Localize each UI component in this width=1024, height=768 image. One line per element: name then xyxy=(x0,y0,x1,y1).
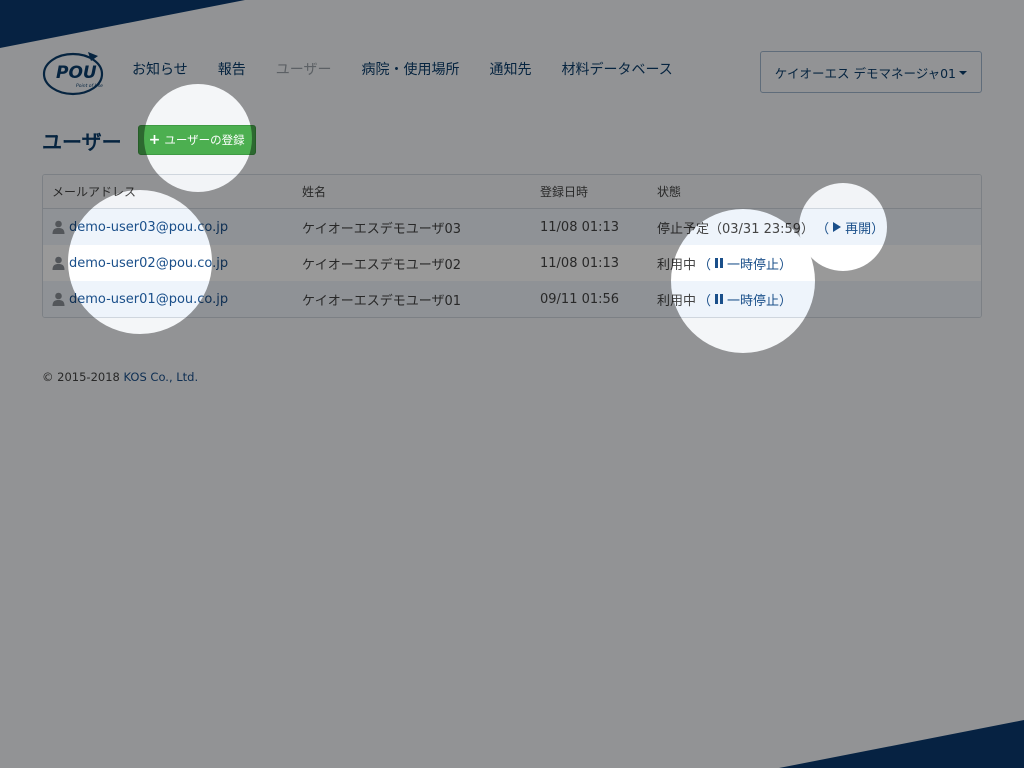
pause-icon xyxy=(715,294,724,304)
suspend-label: 一時停止 xyxy=(727,257,780,273)
nav-item-material-db[interactable]: 材料データベース xyxy=(561,60,672,80)
paren-close: ） xyxy=(779,257,793,273)
cell-registered: 11/08 01:13 xyxy=(540,219,620,235)
overlay-dim xyxy=(0,0,1024,768)
table-row: demo-user02@pou.co.jp ケイオーエスデモユーザ02 11/0… xyxy=(43,245,981,281)
table-row: demo-user01@pou.co.jp ケイオーエスデモユーザ01 09/1… xyxy=(43,281,981,317)
person-icon xyxy=(52,256,65,270)
person-icon xyxy=(52,292,65,306)
person-icon xyxy=(52,220,65,234)
pause-icon xyxy=(715,258,724,268)
cell-name: ケイオーエスデモユーザ03 xyxy=(302,221,462,237)
caret-down-icon xyxy=(959,71,967,75)
cell-registered: 09/11 01:56 xyxy=(540,291,620,307)
nav-item-hospitals[interactable]: 病院・使用場所 xyxy=(361,60,459,80)
pou-logo[interactable]: POU Point of Use xyxy=(42,48,106,96)
status-text: 停止予定（03/31 23:59） xyxy=(657,221,815,237)
nav-item-notify-targets[interactable]: 通知先 xyxy=(489,60,531,80)
pou-logo-icon: POU Point of Use xyxy=(42,52,103,96)
cell-status: 停止予定（03/31 23:59） （ 再開 ） xyxy=(657,218,981,237)
title-row: ユーザー + ユーザーの登録 xyxy=(42,124,256,156)
user-menu-dropdown[interactable]: ケイオーエス デモマネージャ01 xyxy=(759,51,982,93)
cell-name: ケイオーエスデモユーザ02 xyxy=(302,257,462,273)
user-email-link[interactable]: demo-user03@pou.co.jp xyxy=(69,220,228,235)
corner-decoration-bottom-right xyxy=(779,720,1024,768)
nav-item-notices[interactable]: お知らせ xyxy=(132,60,188,80)
suspend-link[interactable]: （ 一時停止 ） xyxy=(698,290,792,309)
page-title: ユーザー xyxy=(42,129,122,154)
corner-decoration-top-left xyxy=(0,0,245,48)
add-user-button-label: ユーザーの登録 xyxy=(164,133,245,147)
plus-icon: + xyxy=(148,132,161,148)
user-email-link[interactable]: demo-user02@pou.co.jp xyxy=(69,256,228,271)
nav-item-users[interactable]: ユーザー xyxy=(276,60,332,80)
spotlight-overlay xyxy=(0,0,1024,768)
footer: © 2015-2018 KOS Co., Ltd. xyxy=(42,370,198,384)
user-email-link[interactable]: demo-user01@pou.co.jp xyxy=(69,292,228,307)
cell-email: demo-user02@pou.co.jp xyxy=(43,256,302,271)
top-header: POU Point of Use お知らせ 報告 ユーザー 病院・使用場所 通知… xyxy=(42,48,982,96)
cell-email: demo-user01@pou.co.jp xyxy=(43,292,302,307)
paren-close: ） xyxy=(779,293,793,309)
table-header-row: メールアドレス 姓名 登録日時 状態 xyxy=(43,175,981,209)
logo-text: POU xyxy=(56,63,97,83)
cell-email: demo-user03@pou.co.jp xyxy=(43,220,302,235)
company-link[interactable]: KOS Co., Ltd. xyxy=(124,370,199,384)
suspend-link[interactable]: （ 一時停止 ） xyxy=(698,254,792,273)
table-row: demo-user03@pou.co.jp ケイオーエスデモユーザ03 11/0… xyxy=(43,209,981,245)
suspend-label: 一時停止 xyxy=(727,293,780,309)
paren-open: （ xyxy=(816,221,830,237)
cell-registered: 11/08 01:13 xyxy=(540,255,620,271)
col-header-name: 姓名 xyxy=(302,185,327,199)
user-menu-label: ケイオーエス デモマネージャ01 xyxy=(774,65,956,81)
cell-name: ケイオーエスデモユーザ01 xyxy=(302,293,462,309)
cell-status: 利用中 （ 一時停止 ） xyxy=(657,290,981,309)
paren-open: （ xyxy=(698,293,712,309)
col-header-status: 状態 xyxy=(657,185,682,199)
app-window: POU Point of Use お知らせ 報告 ユーザー 病院・使用場所 通知… xyxy=(0,0,1024,768)
users-table: メールアドレス 姓名 登録日時 状態 demo-user03@pou.co.jp… xyxy=(42,174,982,318)
col-header-registered: 登録日時 xyxy=(540,185,589,199)
paren-close: ） xyxy=(871,221,885,237)
footer-copyright: © 2015-2018 xyxy=(42,370,124,384)
logo-subtext: Point of Use xyxy=(76,83,103,89)
nav-item-reports[interactable]: 報告 xyxy=(218,60,246,80)
main-nav: お知らせ 報告 ユーザー 病院・使用場所 通知先 材料データベース xyxy=(132,60,703,80)
resume-label: 再開 xyxy=(845,221,872,237)
paren-open: （ xyxy=(698,257,712,273)
status-text: 利用中 xyxy=(657,257,697,273)
add-user-button[interactable]: + ユーザーの登録 xyxy=(137,125,256,155)
play-icon xyxy=(833,222,842,232)
cell-status: 利用中 （ 一時停止 ） xyxy=(657,254,981,273)
col-header-email: メールアドレス xyxy=(52,185,137,199)
resume-link[interactable]: （ 再開 ） xyxy=(816,218,884,237)
status-text: 利用中 xyxy=(657,293,697,309)
